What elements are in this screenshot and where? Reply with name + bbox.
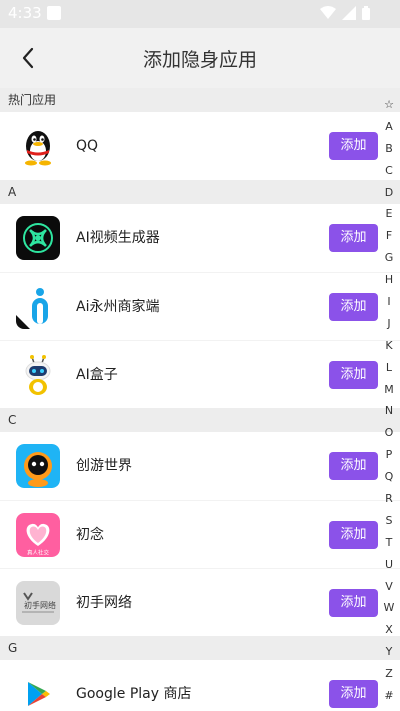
index-item-c[interactable]: C bbox=[382, 160, 396, 182]
ai-box-robot-icon bbox=[16, 353, 60, 397]
app-name: QQ bbox=[76, 138, 99, 154]
section-header-hot: 热门应用 bbox=[0, 88, 400, 112]
app-row-qq: QQ 添加 bbox=[0, 112, 400, 180]
index-item-l[interactable]: L bbox=[382, 357, 396, 379]
app-name: 初手网络 bbox=[76, 595, 132, 611]
index-item-i[interactable]: I bbox=[382, 291, 396, 313]
index-item-d[interactable]: D bbox=[382, 182, 396, 204]
index-item-k[interactable]: K bbox=[382, 335, 396, 357]
signal-icon bbox=[342, 6, 356, 20]
index-item-z[interactable]: Z bbox=[382, 663, 396, 685]
ai-video-generator-icon bbox=[16, 216, 60, 260]
add-button-chunian[interactable]: 添加 bbox=[329, 521, 378, 549]
google-play-store-icon bbox=[16, 672, 60, 711]
chunian-heart-icon: 真人社交 bbox=[16, 513, 60, 557]
index-item-y[interactable]: Y bbox=[382, 641, 396, 663]
index-item-w[interactable]: W bbox=[382, 597, 396, 619]
section-header-g: G bbox=[0, 636, 400, 660]
index-item-r[interactable]: R bbox=[382, 488, 396, 510]
index-item-h[interactable]: H bbox=[382, 269, 396, 291]
alphabet-index-bar[interactable]: ☆ A B C D E F G H I J K L M N O P Q R S T U V W X Y Z # bbox=[382, 94, 396, 707]
section-header-a: A bbox=[0, 180, 400, 204]
add-button-chuangyou-world[interactable]: 添加 bbox=[329, 452, 378, 480]
section-header-c: C bbox=[0, 408, 400, 432]
ai-yongzhou-merchant-icon bbox=[16, 285, 60, 329]
app-name: 创游世界 bbox=[76, 458, 132, 474]
app-row-ai-box: AI盒子 添加 bbox=[0, 340, 400, 408]
index-item-x[interactable]: X bbox=[382, 619, 396, 641]
app-row-chushou-network: 初手网络 初手网络 添加 bbox=[0, 568, 400, 636]
chunian-tagline: 真人社交 bbox=[27, 549, 50, 557]
app-row-ai-yongzhou-merchant: Ai永州商家端 添加 bbox=[0, 272, 400, 340]
index-item-q[interactable]: Q bbox=[382, 466, 396, 488]
app-name: AI盒子 bbox=[76, 367, 118, 383]
app-row-google-play: Google Play 商店 添加 bbox=[0, 660, 400, 711]
index-item-s[interactable]: S bbox=[382, 510, 396, 532]
qq-icon bbox=[16, 124, 60, 168]
status-time: 4:33 bbox=[8, 4, 42, 22]
index-item-n[interactable]: N bbox=[382, 400, 396, 422]
chushou-logo-text: 初手网络 bbox=[24, 600, 56, 610]
app-name: 初念 bbox=[76, 527, 104, 543]
index-item-j[interactable]: J bbox=[382, 313, 396, 335]
notification-icon bbox=[47, 6, 61, 20]
chuangyou-world-icon bbox=[16, 444, 60, 488]
index-item-o[interactable]: O bbox=[382, 422, 396, 444]
chushou-network-icon: 初手网络 bbox=[16, 581, 60, 625]
index-item-t[interactable]: T bbox=[382, 532, 396, 554]
app-name: Google Play 商店 bbox=[76, 686, 192, 702]
app-row-ai-video-generator: AI视频生成器 添加 bbox=[0, 204, 400, 272]
index-item-p[interactable]: P bbox=[382, 444, 396, 466]
app-bar: 添加隐身应用 bbox=[0, 28, 400, 88]
add-button-ai-box[interactable]: 添加 bbox=[329, 361, 378, 389]
battery-icon bbox=[362, 6, 370, 20]
index-item-u[interactable]: U bbox=[382, 554, 396, 576]
add-button-ai-yongzhou-merchant[interactable]: 添加 bbox=[329, 293, 378, 321]
index-item-f[interactable]: F bbox=[382, 225, 396, 247]
app-list[interactable]: 热门应用 QQ 添加 A AI视频生成器 添加 Ai永州商家端 添加 AI盒子 … bbox=[0, 88, 400, 711]
app-row-chunian: 真人社交 初念 添加 bbox=[0, 500, 400, 568]
index-item-e[interactable]: E bbox=[382, 203, 396, 225]
status-icons bbox=[320, 6, 370, 20]
index-item-star[interactable]: ☆ bbox=[382, 94, 396, 116]
index-item-b[interactable]: B bbox=[382, 138, 396, 160]
app-name: Ai永州商家端 bbox=[76, 299, 160, 315]
add-button-ai-video-generator[interactable]: 添加 bbox=[329, 224, 378, 252]
wifi-icon bbox=[320, 6, 336, 19]
index-item-v[interactable]: V bbox=[382, 576, 396, 598]
add-button-google-play[interactable]: 添加 bbox=[329, 680, 378, 708]
add-button-chushou-network[interactable]: 添加 bbox=[329, 589, 378, 617]
status-bar: 4:33 bbox=[0, 0, 400, 28]
page-title: 添加隐身应用 bbox=[142, 49, 257, 71]
app-row-chuangyou-world: 创游世界 添加 bbox=[0, 432, 400, 500]
add-button-qq[interactable]: 添加 bbox=[329, 132, 378, 160]
index-item-hash[interactable]: # bbox=[382, 685, 396, 707]
app-name: AI视频生成器 bbox=[76, 230, 160, 246]
index-item-m[interactable]: M bbox=[382, 379, 396, 401]
index-item-a[interactable]: A bbox=[382, 116, 396, 138]
index-item-g[interactable]: G bbox=[382, 247, 396, 269]
